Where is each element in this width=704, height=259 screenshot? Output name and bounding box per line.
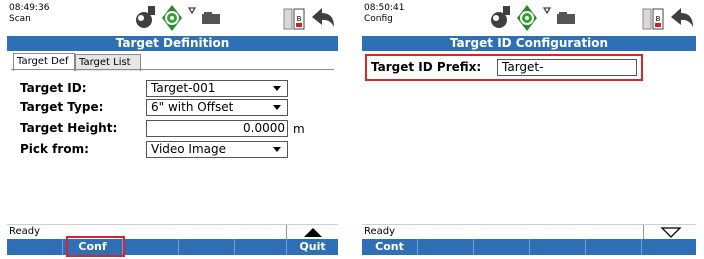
device-status-icons: B — [283, 8, 334, 30]
softkey-3[interactable] — [123, 239, 179, 255]
target-id-label: Target ID: — [20, 81, 87, 95]
back-arrow-icon[interactable] — [312, 8, 334, 27]
svg-text:B: B — [297, 15, 302, 23]
device-status-icons: B — [642, 8, 693, 30]
target-id-configuration-screen: 08:50:41 Config B Target ID Configuratio… — [362, 0, 696, 259]
clock: 08:49:36 — [9, 3, 50, 13]
level-bubble-icon[interactable] — [517, 5, 537, 31]
softkey-5[interactable] — [586, 239, 642, 255]
prism-icon — [187, 7, 197, 15]
prism-icon — [542, 7, 552, 15]
target-type-label: Target Type: — [20, 100, 104, 114]
target-definition-screen: 08:49:36 Scan B Target Definition Target… — [7, 0, 338, 259]
conf-highlight-box — [66, 236, 125, 257]
status-line: Ready — [7, 224, 338, 239]
prefix-highlight-box — [365, 54, 643, 81]
softkey-5[interactable] — [235, 239, 287, 255]
level-bubble-icon[interactable] — [162, 5, 182, 31]
battery-icon — [557, 12, 575, 24]
target-id-value: Target-001 — [151, 81, 216, 95]
pick-from-dropdown[interactable]: Video Image — [146, 141, 288, 158]
softkey-1[interactable] — [7, 239, 63, 255]
status-bar: 08:49:36 Scan B — [7, 0, 338, 36]
target-height-unit: m — [293, 122, 305, 136]
page-title: Target Definition — [7, 36, 338, 51]
status-bar: 08:50:41 Config B — [362, 0, 696, 36]
scroll-up-icon[interactable] — [302, 227, 324, 238]
instrument-status-icons — [136, 5, 220, 31]
mode-label: Config — [364, 14, 393, 24]
target-height-input[interactable]: 0.0000 — [146, 120, 288, 137]
softkey-3[interactable] — [474, 239, 530, 255]
target-id-dropdown[interactable]: Target-001 — [146, 80, 288, 97]
status-text: Ready — [364, 226, 396, 237]
status-divider — [286, 225, 287, 239]
svg-text:B: B — [656, 15, 661, 23]
clock: 08:50:41 — [364, 3, 405, 13]
page-title: Target ID Configuration — [362, 36, 696, 51]
quit-button[interactable]: Quit — [287, 239, 338, 255]
battery-icon: B — [283, 8, 305, 30]
satellite-icon — [136, 6, 155, 28]
softkey-4[interactable] — [179, 239, 235, 255]
target-height-label: Target Height: — [20, 121, 118, 135]
chevron-down-icon — [273, 105, 281, 110]
instrument-status-icons — [491, 5, 575, 31]
cont-button[interactable]: Cont — [362, 239, 418, 255]
mode-label: Scan — [9, 14, 31, 24]
softkey-bar: Conf Quit — [7, 239, 338, 255]
softkey-bar: Cont — [362, 239, 696, 255]
status-divider — [643, 225, 644, 239]
battery-icon: B — [642, 8, 664, 30]
softkey-4[interactable] — [530, 239, 586, 255]
chevron-down-icon — [273, 147, 281, 152]
softkey-2[interactable] — [418, 239, 474, 255]
pick-from-value: Video Image — [151, 142, 227, 156]
satellite-icon — [491, 6, 510, 28]
pick-from-label: Pick from: — [20, 142, 89, 156]
status-text: Ready — [9, 226, 41, 237]
battery-icon — [202, 12, 220, 24]
target-type-value: 6" with Offset — [151, 100, 234, 114]
back-arrow-icon[interactable] — [671, 8, 693, 27]
status-line: Ready — [362, 224, 696, 239]
chevron-down-icon — [273, 86, 281, 91]
tab-divider — [11, 69, 334, 70]
scroll-down-icon[interactable] — [660, 227, 682, 238]
softkey-6[interactable] — [642, 239, 696, 255]
target-type-dropdown[interactable]: 6" with Offset — [146, 99, 288, 116]
